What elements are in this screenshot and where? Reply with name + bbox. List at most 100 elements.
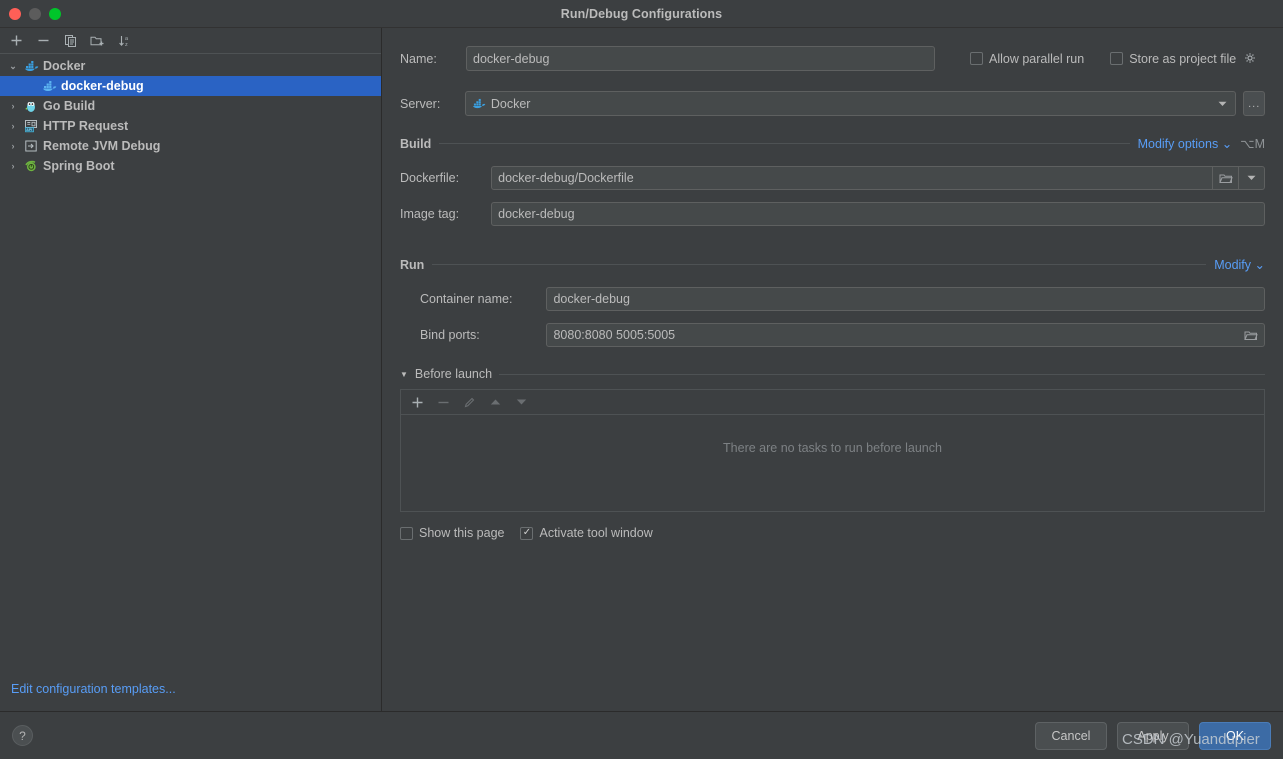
dockerfile-label: Dockerfile: — [400, 171, 460, 185]
docker-icon — [22, 58, 40, 74]
run-debug-configurations-dialog: Run/Debug Configurations a z ⌄ Docker do… — [0, 0, 1283, 759]
tree-item-docker[interactable]: ⌄ Docker — [0, 56, 381, 76]
browse-folder-icon[interactable] — [1238, 324, 1264, 346]
chevron-right-icon[interactable]: › — [4, 161, 22, 171]
tree-item-docker-debug[interactable]: docker-debug — [0, 76, 381, 96]
gear-icon[interactable] — [1244, 52, 1257, 65]
activate-tool-window-checkbox[interactable]: Activate tool window — [520, 526, 653, 540]
edit-task-button[interactable] — [457, 392, 482, 413]
edit-configuration-templates-link[interactable]: Edit configuration templates... — [0, 667, 381, 711]
chevron-right-icon[interactable]: › — [4, 141, 22, 151]
checkbox-box[interactable] — [1110, 52, 1124, 65]
http-api-icon: API — [22, 118, 40, 134]
image-tag-label: Image tag: — [400, 207, 460, 221]
store-as-project-file-checkbox[interactable]: Store as project file — [1110, 52, 1257, 66]
add-task-button[interactable] — [405, 392, 430, 413]
activate-tool-window-label: Activate tool window — [539, 526, 653, 540]
modify-options-link[interactable]: Modify options ⌄ — [1138, 136, 1233, 151]
run-section-title: Run — [400, 257, 425, 272]
bind-ports-input-value: 8080:8080 5005:5005 — [553, 328, 676, 342]
modify-link[interactable]: Modify ⌄ — [1214, 257, 1265, 272]
add-configuration-button[interactable] — [4, 30, 29, 52]
tree-item-label: Spring Boot — [43, 159, 115, 173]
new-folder-button[interactable] — [85, 30, 110, 52]
section-divider — [439, 143, 1130, 144]
bind-ports-label: Bind ports: — [420, 328, 480, 342]
copy-configuration-button[interactable] — [58, 30, 83, 52]
move-task-down-button[interactable] — [509, 392, 534, 413]
before-launch-task-list[interactable]: There are no tasks to run before launch — [400, 414, 1265, 512]
tree-item-spring-boot[interactable]: › Spring Boot — [0, 156, 381, 176]
chevron-right-icon[interactable]: › — [4, 121, 22, 131]
before-launch-empty-message: There are no tasks to run before launch — [723, 441, 942, 455]
section-divider — [499, 373, 1265, 375]
chevron-down-icon: ⌄ — [1221, 137, 1233, 151]
store-as-project-file-label: Store as project file — [1129, 51, 1237, 66]
sidebar-toolbar: a z — [0, 28, 381, 54]
container-name-label: Container name: — [420, 292, 513, 306]
server-browse-button[interactable]: ... — [1243, 91, 1266, 116]
before-launch-title: Before launch — [414, 367, 493, 381]
name-input[interactable]: docker-debug — [466, 46, 935, 71]
checkbox-box[interactable] — [400, 526, 413, 540]
remove-task-button[interactable] — [431, 392, 456, 413]
container-name-row: Container name: docker-debug — [400, 287, 1265, 311]
ellipsis-icon: ... — [1248, 97, 1261, 110]
server-row: Server: Docker ... — [400, 91, 1266, 116]
title-bar: Run/Debug Configurations — [0, 0, 1283, 28]
show-this-page-label: Show this page — [419, 526, 505, 540]
bottom-checkboxes: Show this page Activate tool window — [400, 526, 1265, 540]
sort-configurations-button[interactable]: a z — [112, 30, 137, 52]
svg-text:API: API — [26, 128, 32, 132]
show-this-page-checkbox[interactable]: Show this page — [400, 526, 504, 540]
triangle-down-icon[interactable]: ▼ — [400, 370, 408, 379]
modify-label: Modify — [1214, 258, 1252, 272]
go-gopher-icon — [22, 98, 40, 114]
server-dropdown[interactable]: Docker — [464, 91, 1237, 116]
dockerfile-input-value: docker-debug/Dockerfile — [498, 171, 634, 185]
run-section-header: Run Modify ⌄ — [400, 257, 1265, 273]
configurations-tree[interactable]: ⌄ Docker docker-debug › Go Build › API H… — [0, 54, 381, 667]
tree-item-remote-jvm-debug[interactable]: › Remote JVM Debug — [0, 136, 381, 156]
docker-icon — [472, 98, 486, 110]
move-task-up-button[interactable] — [483, 392, 508, 413]
tree-item-label: Remote JVM Debug — [43, 139, 161, 153]
help-button[interactable]: ? — [12, 725, 33, 746]
image-tag-input-value: docker-debug — [498, 207, 575, 221]
before-launch-toolbar — [400, 389, 1265, 414]
dockerfile-input[interactable]: docker-debug/Dockerfile — [491, 166, 1265, 190]
svg-text:z: z — [125, 42, 128, 48]
chevron-down-icon[interactable]: ⌄ — [4, 61, 22, 72]
configurations-sidebar: a z ⌄ Docker docker-debug › Go Build › A… — [0, 28, 382, 711]
checkbox-box[interactable] — [970, 52, 983, 65]
container-name-input[interactable]: docker-debug — [546, 287, 1265, 311]
modify-options-shortcut: ⌥M — [1240, 137, 1265, 151]
spring-boot-icon — [22, 158, 40, 174]
modify-options-label: Modify options — [1137, 137, 1219, 151]
cancel-button[interactable]: Cancel — [1035, 721, 1107, 750]
allow-parallel-run-label: Allow parallel run — [989, 51, 1085, 66]
dialog-actions: Cancel Apply OK — [1035, 721, 1271, 750]
window-title: Run/Debug Configurations — [560, 6, 723, 21]
checkbox-box[interactable] — [520, 526, 534, 540]
name-row: Name: docker-debug Allow parallel run St… — [400, 46, 1265, 71]
remove-configuration-button[interactable] — [31, 30, 56, 52]
dialog-body: a z ⌄ Docker docker-debug › Go Build › A… — [0, 28, 1283, 711]
chevron-down-icon[interactable] — [1209, 101, 1235, 107]
before-launch-header[interactable]: ▼ Before launch — [400, 367, 1265, 381]
ok-button[interactable]: OK — [1199, 721, 1271, 750]
allow-parallel-run-checkbox[interactable]: Allow parallel run — [970, 52, 1084, 66]
name-label: Name: — [400, 51, 437, 66]
apply-button[interactable]: Apply — [1117, 721, 1189, 750]
image-tag-input[interactable]: docker-debug — [491, 202, 1265, 226]
browse-folder-icon[interactable] — [1212, 167, 1238, 189]
chevron-right-icon[interactable]: › — [4, 101, 22, 111]
section-divider — [432, 264, 1207, 265]
bind-ports-input[interactable]: 8080:8080 5005:5005 — [546, 323, 1265, 347]
remote-jvm-icon — [22, 138, 40, 154]
tree-item-label: docker-debug — [61, 79, 144, 93]
configuration-editor: Name: docker-debug Allow parallel run St… — [382, 28, 1283, 711]
tree-item-go-build[interactable]: › Go Build — [0, 96, 381, 116]
tree-item-http-request[interactable]: › API HTTP Request — [0, 116, 381, 136]
dockerfile-history-chevron-icon[interactable] — [1238, 167, 1264, 189]
